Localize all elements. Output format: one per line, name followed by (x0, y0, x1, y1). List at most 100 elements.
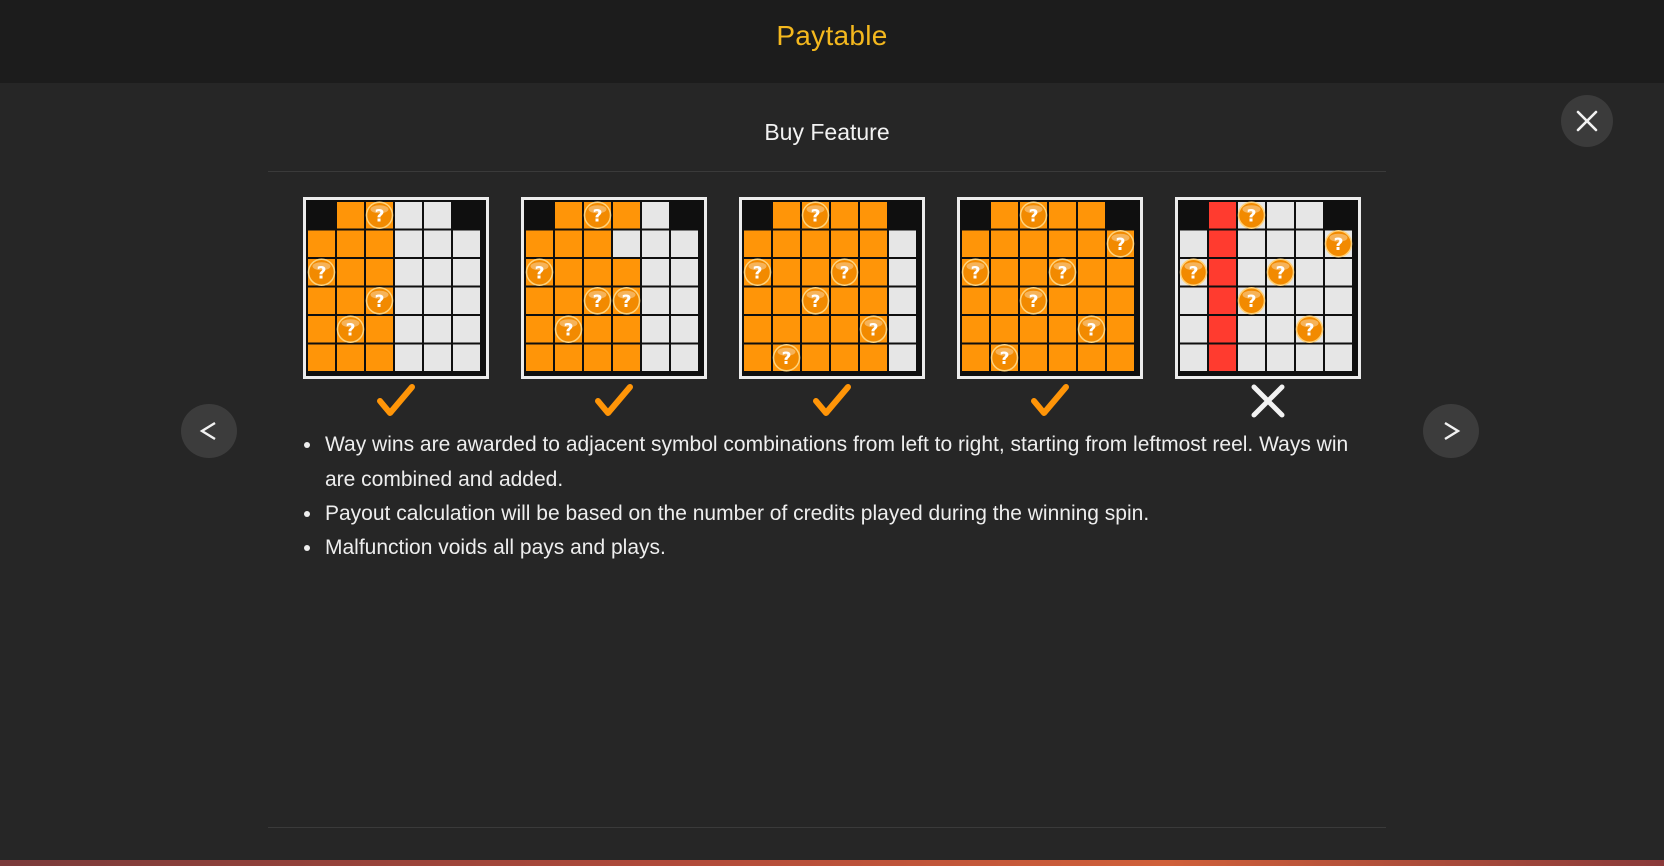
grid-cell (526, 344, 553, 371)
grid-cell (860, 344, 887, 371)
checkmark-icon (813, 384, 851, 416)
grid-cell (889, 287, 916, 314)
svg-text:?: ? (564, 320, 574, 340)
grid-cell (366, 230, 393, 257)
checkmark-icon (1031, 384, 1069, 416)
grid-cell (831, 316, 858, 343)
scatter-coin-icon: ? (365, 201, 394, 229)
grid-cell (991, 230, 1018, 257)
grid-cell (1180, 316, 1207, 343)
grid-cell (671, 316, 698, 343)
grid-cell (1209, 202, 1236, 229)
grid-cell (424, 287, 451, 314)
grid-cell (395, 287, 422, 314)
example-grid: ??????? (957, 197, 1143, 379)
svg-text:?: ? (593, 292, 603, 312)
example-grid: ?????? (739, 197, 925, 379)
grid-cell (308, 230, 335, 257)
svg-text:?: ? (869, 320, 879, 340)
grid-cell (1020, 230, 1047, 257)
svg-text:?: ? (375, 206, 385, 226)
grid-cell (1049, 287, 1076, 314)
svg-text:?: ? (1276, 263, 1286, 283)
grid-cell (889, 316, 916, 343)
grid-cell (424, 202, 451, 229)
svg-text:?: ? (1305, 320, 1315, 340)
grid-cell (308, 344, 335, 371)
grid-cell (1325, 316, 1352, 343)
svg-text:?: ? (840, 263, 850, 283)
svg-text:?: ? (1189, 263, 1199, 283)
next-page-button[interactable] (1423, 404, 1479, 458)
grid-cell (1078, 344, 1105, 371)
scatter-coin-icon: ? (1295, 315, 1324, 343)
grid-cell (1049, 202, 1076, 229)
grid-cell (1296, 344, 1323, 371)
grid-cell (555, 202, 582, 229)
grid-cell (671, 259, 698, 286)
grid-cell (671, 287, 698, 314)
svg-text:?: ? (811, 206, 821, 226)
grid-cell (366, 344, 393, 371)
svg-text:?: ? (535, 263, 545, 283)
footer-strip (0, 860, 1664, 866)
grid-cell (1107, 316, 1134, 343)
example-grid: ????? (521, 197, 707, 379)
checkmark-icon (377, 384, 415, 416)
grid-cell (613, 259, 640, 286)
grid-cell (773, 230, 800, 257)
grid-cell (773, 202, 800, 229)
previous-page-button[interactable] (181, 404, 237, 458)
grid-cell (831, 230, 858, 257)
svg-text:?: ? (346, 320, 356, 340)
grid-cell (584, 344, 611, 371)
svg-text:?: ? (811, 292, 821, 312)
grid-cell (1267, 287, 1294, 314)
grid-cell (1209, 344, 1236, 371)
grid-cell (1296, 202, 1323, 229)
svg-text:?: ? (753, 263, 763, 283)
svg-text:?: ? (1247, 206, 1257, 226)
grid-cell (1049, 344, 1076, 371)
grid-cell (395, 230, 422, 257)
grid-cell (337, 230, 364, 257)
grid-cell (642, 259, 669, 286)
grid-cell (1267, 316, 1294, 343)
scatter-coin-icon: ? (583, 287, 612, 315)
grid-cell (642, 202, 669, 229)
chevron-left-icon (199, 421, 216, 441)
grid-cell (584, 316, 611, 343)
grid-cell (1267, 344, 1294, 371)
grid-cell (453, 287, 480, 314)
scatter-coin-icon: ? (1106, 230, 1135, 258)
grid-cell (860, 230, 887, 257)
top-divider (268, 171, 1386, 172)
grid-cell (831, 344, 858, 371)
grid-cell (860, 259, 887, 286)
grid-cell (889, 230, 916, 257)
grid-cell (642, 316, 669, 343)
grid-cell (613, 344, 640, 371)
scatter-coin-icon: ? (1237, 287, 1266, 315)
grid-svg: ?????? (739, 197, 925, 379)
grid-cell (395, 316, 422, 343)
scatter-coin-icon: ? (772, 344, 801, 372)
grid-cell (613, 230, 640, 257)
grid-cell (1296, 287, 1323, 314)
grid-cell (1238, 344, 1265, 371)
grid-cell (802, 230, 829, 257)
scatter-coin-icon: ? (961, 258, 990, 286)
grid-cell (962, 344, 989, 371)
grid-cell (1296, 259, 1323, 286)
grid-cell (744, 287, 771, 314)
bottom-divider (268, 827, 1386, 828)
grid-cell (1180, 230, 1207, 257)
grid-cell (526, 287, 553, 314)
grid-cell (671, 230, 698, 257)
grid-cell (1020, 316, 1047, 343)
grid-cell (1209, 287, 1236, 314)
grid-cell (1078, 259, 1105, 286)
scatter-coin-icon: ? (1266, 258, 1295, 286)
scatter-coin-icon: ? (990, 344, 1019, 372)
grid-cell (1325, 259, 1352, 286)
